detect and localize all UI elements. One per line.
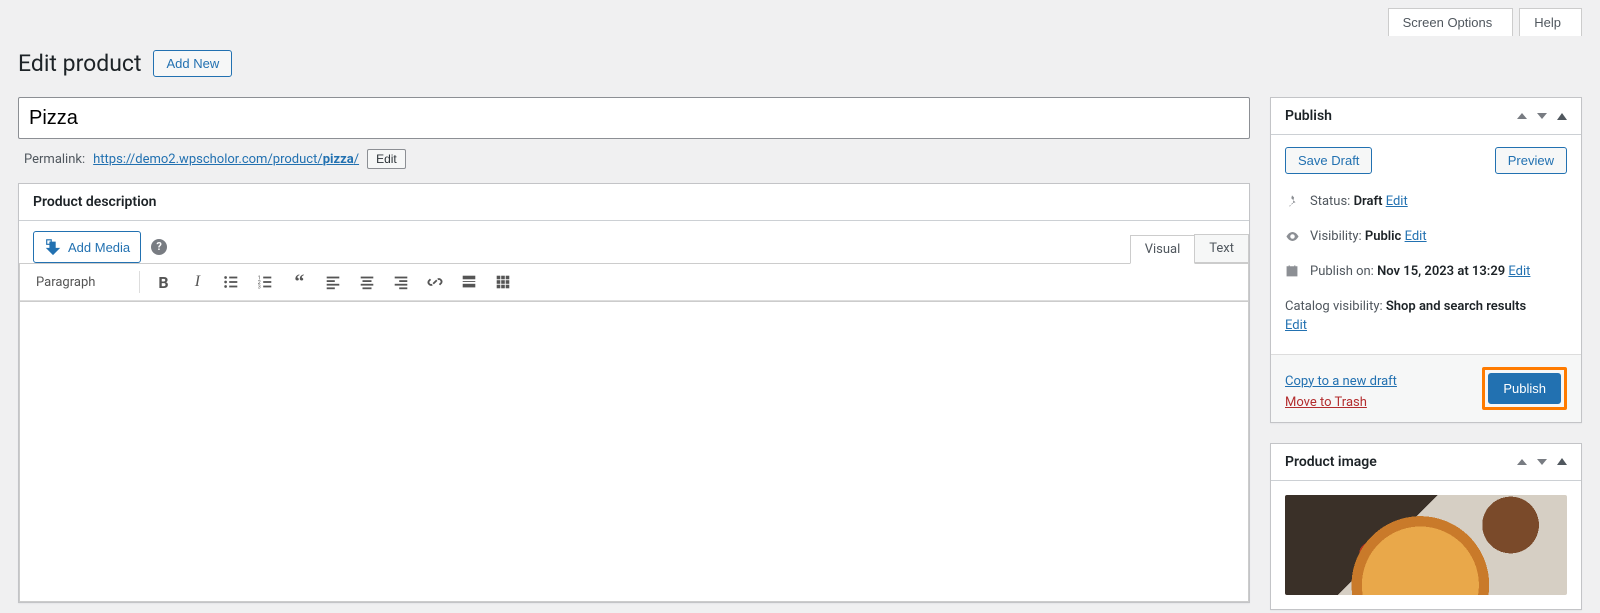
edit-catalog-visibility-link[interactable]: Edit — [1285, 318, 1307, 333]
product-image-title: Product image — [1285, 454, 1377, 470]
page-title: Edit product — [18, 40, 141, 87]
align-left-button[interactable] — [318, 268, 348, 296]
format-select[interactable]: Paragraph — [26, 271, 131, 294]
bold-button[interactable]: B — [148, 268, 178, 296]
publish-button[interactable]: Publish — [1488, 373, 1561, 404]
edit-permalink-button[interactable]: Edit — [367, 149, 406, 169]
screen-options-button[interactable]: Screen Options — [1388, 8, 1514, 36]
media-icon — [44, 238, 62, 256]
product-description-title: Product description — [33, 194, 156, 210]
move-up-icon[interactable] — [1517, 113, 1527, 119]
align-center-button[interactable] — [352, 268, 382, 296]
help-icon[interactable]: ? — [151, 239, 167, 255]
publish-box: Publish Save Draft Preview Status: — [1270, 97, 1582, 423]
calendar-icon — [1285, 264, 1301, 285]
move-down-icon[interactable] — [1537, 113, 1547, 119]
tab-text[interactable]: Text — [1194, 234, 1249, 263]
add-media-button[interactable]: Add Media — [33, 231, 141, 263]
tab-visual[interactable]: Visual — [1130, 235, 1196, 264]
move-down-icon[interactable] — [1537, 459, 1547, 465]
editor-content-area[interactable] — [19, 302, 1249, 602]
publish-box-title: Publish — [1285, 108, 1332, 124]
align-right-button[interactable] — [386, 268, 416, 296]
toolbar-toggle-button[interactable] — [488, 268, 518, 296]
preview-button[interactable]: Preview — [1495, 147, 1567, 174]
product-image-thumbnail[interactable] — [1285, 495, 1567, 595]
italic-button[interactable]: I — [182, 268, 212, 296]
editor-toolbar: Paragraph B I 123 “ — [19, 263, 1249, 302]
save-draft-button[interactable]: Save Draft — [1285, 147, 1372, 174]
bullet-list-button[interactable] — [216, 268, 246, 296]
permalink-url[interactable]: https://demo2.wpscholor.com/product/pizz… — [93, 152, 359, 167]
edit-visibility-link[interactable]: Edit — [1405, 229, 1427, 244]
pin-icon — [1285, 194, 1301, 215]
product-title-input[interactable] — [18, 97, 1250, 139]
numbered-list-button[interactable]: 123 — [250, 268, 280, 296]
toggle-panel-icon[interactable] — [1557, 458, 1567, 465]
help-button[interactable]: Help — [1519, 8, 1582, 36]
add-new-button[interactable]: Add New — [153, 50, 232, 77]
permalink-label: Permalink: — [24, 152, 85, 167]
toggle-panel-icon[interactable] — [1557, 113, 1567, 120]
copy-to-draft-link[interactable]: Copy to a new draft — [1285, 374, 1397, 389]
publish-highlight: Publish — [1482, 367, 1567, 410]
move-up-icon[interactable] — [1517, 459, 1527, 465]
pizza-image — [1285, 495, 1567, 595]
screen-options-label: Screen Options — [1403, 15, 1493, 30]
read-more-button[interactable] — [454, 268, 484, 296]
move-to-trash-link[interactable]: Move to Trash — [1285, 395, 1397, 410]
help-label: Help — [1534, 15, 1561, 30]
edit-schedule-link[interactable]: Edit — [1508, 264, 1530, 279]
product-image-box: Product image — [1270, 443, 1582, 610]
eye-icon — [1285, 229, 1301, 251]
edit-status-link[interactable]: Edit — [1386, 194, 1408, 209]
link-button[interactable] — [420, 268, 450, 296]
blockquote-button[interactable]: “ — [284, 268, 314, 296]
product-description-box: Product description Add Media ? Visual T… — [18, 183, 1250, 603]
svg-text:3: 3 — [258, 284, 261, 290]
